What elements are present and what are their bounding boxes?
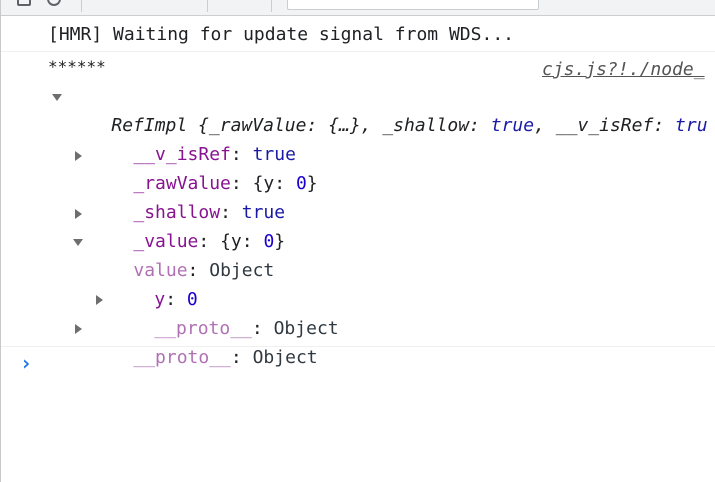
console-toolbar <box>1 0 715 16</box>
prop-row-value-private[interactable]: _value: {y: 0} <box>90 200 285 252</box>
message-divider <box>1 51 715 52</box>
preview-value: {…} <box>328 115 361 136</box>
toolbar-divider <box>271 0 272 12</box>
toolbar-divider <box>81 0 82 12</box>
console-prompt-icon[interactable]: › <box>20 353 32 373</box>
toolbar-divider <box>207 0 208 12</box>
log-message-stars: ****** <box>48 57 106 76</box>
prop-value: Object <box>209 260 275 281</box>
prop-row-value-getter[interactable]: value: Object <box>90 229 274 281</box>
prop-row-proto-outer[interactable]: __proto__: Object <box>90 316 317 368</box>
preview-key: __v_isRef <box>555 115 654 136</box>
prop-value: Object <box>252 347 318 368</box>
collapse-triangle-icon[interactable] <box>75 151 82 161</box>
prop-value-number: 0 <box>295 173 307 194</box>
clear-console-icon[interactable] <box>47 0 61 6</box>
prop-row-proto-inner[interactable]: __proto__: Object <box>111 287 338 339</box>
preview-value: true <box>490 115 535 136</box>
prop-key: __proto__ <box>133 347 231 368</box>
preview-key: _shallow <box>382 115 470 136</box>
brace: } <box>306 173 318 194</box>
prop-row-rawvalue[interactable]: _rawValue: {y: 0} <box>90 142 317 194</box>
prop-row-shallow: _shallow: true <box>90 171 285 223</box>
collapse-triangle-icon[interactable] <box>96 295 103 305</box>
expand-triangle-icon[interactable] <box>73 239 83 246</box>
console-panel: [HMR] Waiting for update signal from WDS… <box>0 0 715 482</box>
comma: , <box>534 115 556 136</box>
comma: , <box>360 115 383 136</box>
sidebar-toggle-icon[interactable] <box>17 0 31 6</box>
colon: : <box>653 115 676 136</box>
source-location-link[interactable]: cjs.js?!./node_ <box>542 56 705 84</box>
brace: } <box>274 231 286 252</box>
collapse-triangle-icon[interactable] <box>75 209 82 219</box>
colon: : <box>469 115 491 136</box>
refimpl-summary-row[interactable]: RefImpl {_rawValue: {…}, _shallow: true,… <box>68 84 707 136</box>
filter-input[interactable] <box>287 0 539 10</box>
prop-row-y: y: 0 <box>111 258 197 310</box>
message-divider <box>1 346 715 347</box>
collapse-triangle-icon[interactable] <box>75 324 82 334</box>
colon: : <box>306 115 329 136</box>
prop-row-v-isref: __v_isRef: true <box>90 113 296 165</box>
colon: : <box>230 347 253 368</box>
expand-triangle-icon[interactable] <box>52 94 62 101</box>
log-message-hmr: [HMR] Waiting for update signal from WDS… <box>48 24 514 45</box>
preview-value: tru <box>675 115 708 136</box>
